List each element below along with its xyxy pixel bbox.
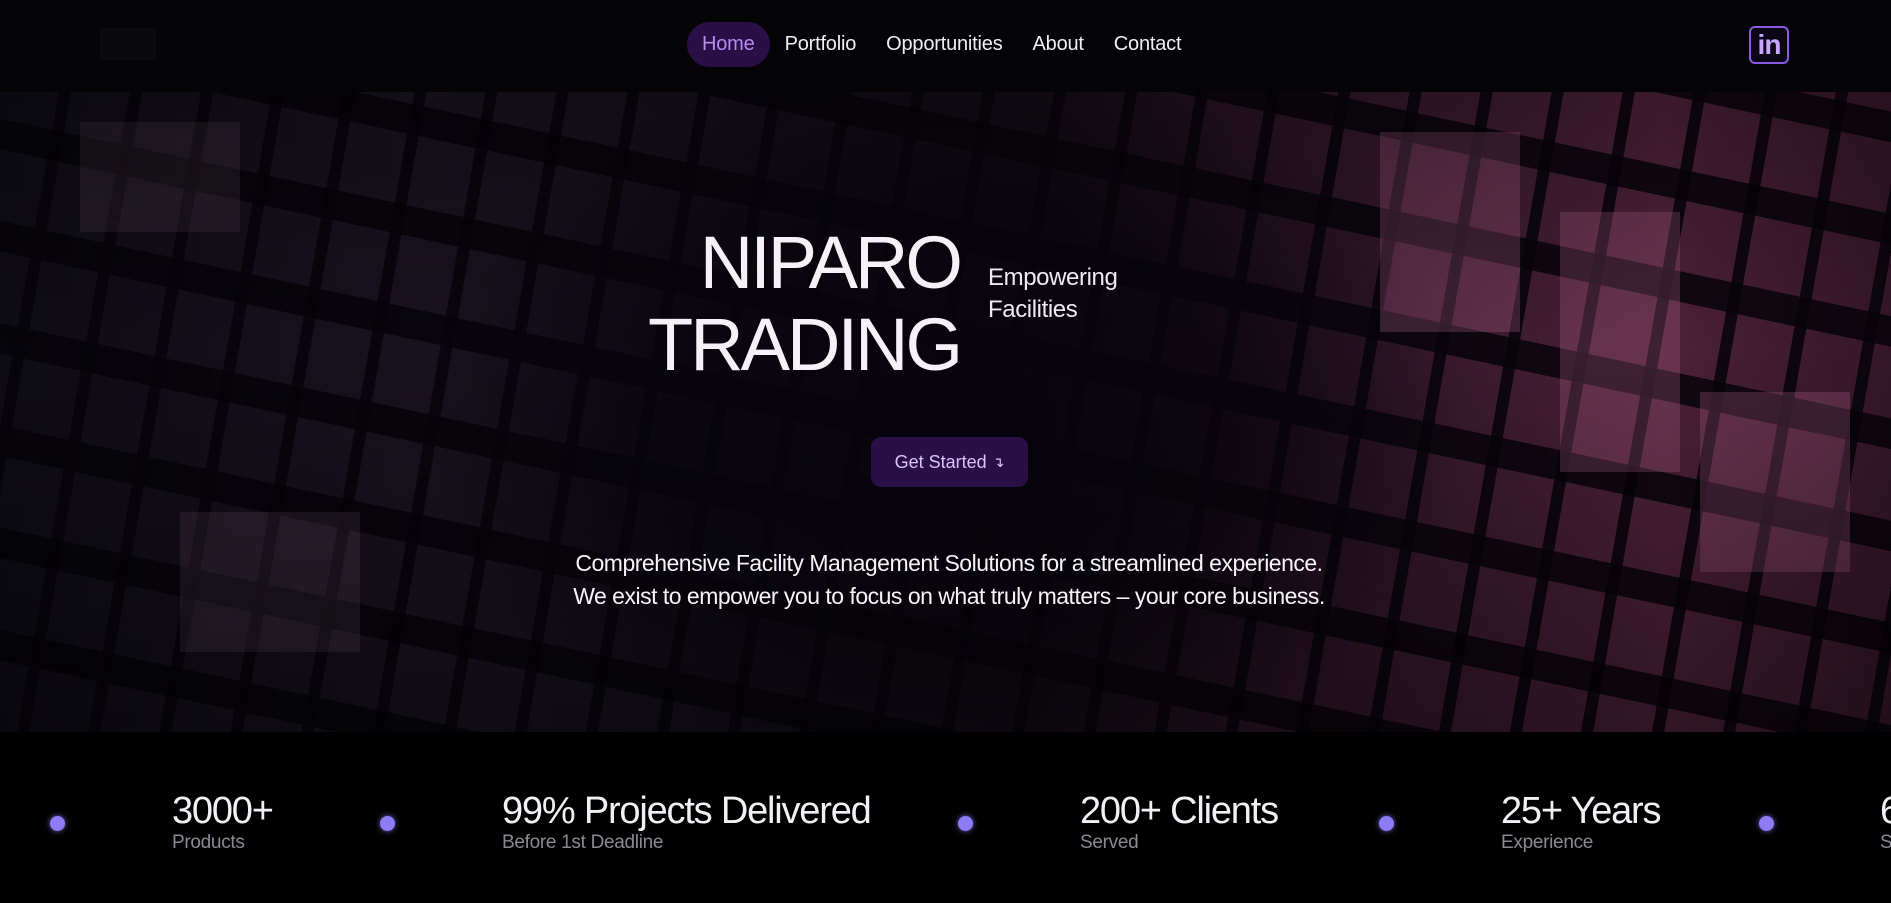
stat-item: 3000+ Products [172, 790, 274, 854]
stat-item: 99% Projects Delivered Before 1st Deadli… [502, 790, 872, 854]
stat-caption: Products [172, 832, 245, 853]
hero-description-line1: Comprehensive Facility Management Soluti… [575, 550, 1323, 576]
hero-description: Comprehensive Facility Management Soluti… [500, 547, 1398, 613]
stat-caption: Before 1st Deadline [502, 832, 664, 853]
hero-description-line2: We exist to empower you to focus on what… [573, 583, 1325, 609]
stat-value: 99% Projects Delivered [502, 790, 872, 832]
hero-title-line2: TRADING [648, 303, 963, 386]
bullet-dot-icon [1379, 816, 1394, 831]
hero-tagline-line1: Empowering [988, 264, 1118, 291]
stat-caption: Experience [1501, 832, 1594, 853]
hero-title-line1: NIPARO [699, 221, 963, 304]
arrow-down-right-icon: ↴ [992, 453, 1005, 470]
stat-value: 3000+ [172, 790, 274, 832]
stat-value: 25+ Years [1501, 790, 1662, 832]
nav-item-opportunities[interactable]: Opportunities [871, 22, 1017, 67]
bullet-dot-icon [1759, 816, 1774, 831]
stat-item: 25+ Years Experience [1501, 790, 1662, 854]
stat-item: 6 S [1880, 790, 1891, 854]
nav-item-about[interactable]: About [1018, 22, 1099, 67]
main-nav: Home Portfolio Opportunities About Conta… [687, 22, 1196, 67]
linkedin-icon-glyph: in [1757, 29, 1782, 60]
navbar: Home Portfolio Opportunities About Conta… [0, 0, 1891, 92]
stat-caption: Served [1080, 832, 1139, 853]
hero-section: NIPARO TRADING Empowering Facilities Get… [0, 92, 1891, 732]
hero-title: NIPARO TRADING [640, 221, 963, 386]
logo[interactable] [100, 28, 156, 60]
get-started-button[interactable]: Get Started ↴ [871, 437, 1028, 487]
bullet-dot-icon [958, 816, 973, 831]
hero-tagline: Empowering Facilities [988, 262, 1118, 326]
nav-item-home[interactable]: Home [687, 22, 770, 67]
nav-item-portfolio[interactable]: Portfolio [770, 22, 872, 67]
stats-ticker: 3000+ Products 99% Projects Delivered Be… [0, 732, 1891, 903]
get-started-label: Get Started [894, 451, 987, 472]
stat-item: 200+ Clients Served [1080, 790, 1279, 854]
linkedin-icon[interactable]: in [1749, 26, 1789, 64]
hero-overlay [0, 92, 1891, 732]
nav-item-contact[interactable]: Contact [1099, 22, 1197, 67]
hero-tagline-line2: Facilities [988, 296, 1078, 323]
stat-value: 6 [1880, 790, 1891, 832]
stat-value: 200+ Clients [1080, 790, 1279, 832]
bullet-dot-icon [50, 816, 65, 831]
stat-caption: S [1880, 832, 1891, 853]
bullet-dot-icon [380, 816, 395, 831]
